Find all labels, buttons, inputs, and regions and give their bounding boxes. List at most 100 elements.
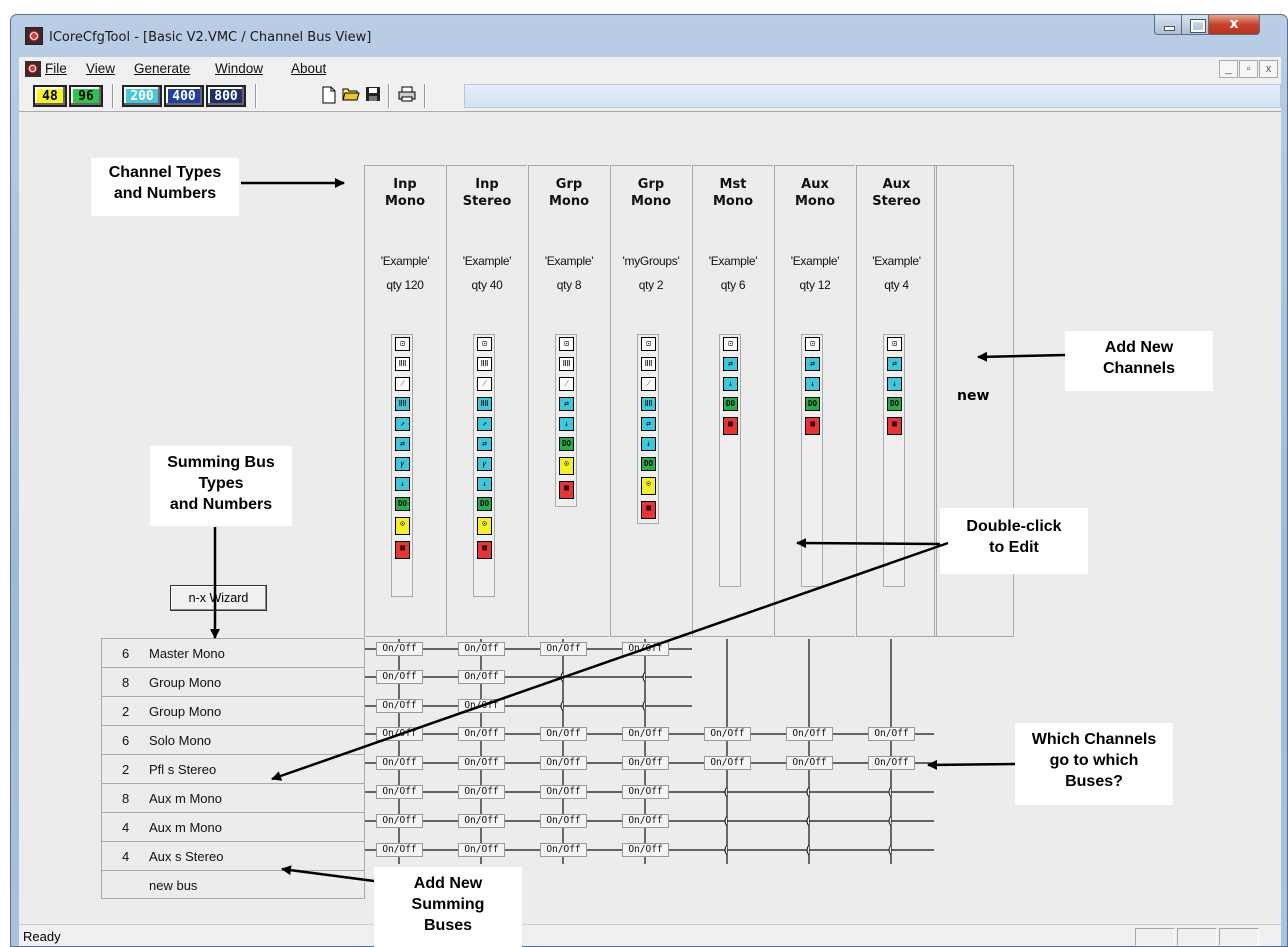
dsp-module-icon[interactable]: ⊡ <box>641 337 656 351</box>
dsp-module-icon[interactable]: ⊙ <box>559 457 574 475</box>
dsp-module-icon[interactable]: ↗ <box>395 417 410 431</box>
dsp-module-icon[interactable]: ↓ <box>805 377 820 391</box>
channel-column[interactable]: Mst Mono 'Example' qty 6 ⊡ ⇄ ↓ DO ▦ <box>692 165 773 637</box>
app-logo-icon[interactable] <box>25 27 43 45</box>
dsp-module-icon[interactable]: ⅡⅡ <box>641 397 656 411</box>
nx-wizard-button[interactable]: n-x Wizard <box>170 585 267 611</box>
dsp-module-icon[interactable]: ⅡⅡ <box>559 357 574 371</box>
route-toggle-button[interactable]: On/Off <box>458 642 505 656</box>
route-toggle-button[interactable]: On/Off <box>540 642 587 656</box>
channel-strip[interactable]: ⊡ ⇄ ↓ DO ▦ <box>801 334 823 587</box>
route-toggle-button[interactable]: On/Off <box>540 785 587 799</box>
route-toggle-button[interactable]: On/Off <box>376 699 423 713</box>
channel-strip[interactable]: ⊡ ⅡⅡ ⁄ ⇄ ↓ DO ⊙ ▦ <box>555 334 577 507</box>
maximize-button[interactable] <box>1181 15 1209 35</box>
dsp-module-icon[interactable]: ꝩ <box>395 457 410 471</box>
route-toggle-button[interactable]: On/Off <box>540 843 587 857</box>
dsp-module-icon[interactable]: ⅡⅡ <box>641 357 656 371</box>
route-toggle-button[interactable]: On/Off <box>376 785 423 799</box>
dsp-module-icon[interactable]: DO <box>395 497 410 511</box>
bus-row[interactable]: 2 Group Mono <box>101 696 365 725</box>
dsp-module-icon[interactable]: DO <box>559 437 574 451</box>
route-toggle-button[interactable]: On/Off <box>540 727 587 741</box>
dsp-module-icon[interactable]: ↓ <box>477 477 492 491</box>
dsp-module-icon[interactable]: ⇄ <box>805 357 820 371</box>
dsp-module-icon[interactable]: ⁄ <box>641 377 656 391</box>
route-toggle-button[interactable]: On/Off <box>376 670 423 684</box>
bus-row[interactable]: 2 Pfl s Stereo <box>101 754 365 783</box>
dsp-module-icon[interactable]: ▦ <box>395 541 410 559</box>
route-toggle-button[interactable]: On/Off <box>376 727 423 741</box>
channel-column[interactable]: Aux Stereo 'Example' qty 4 ⊡ ⇄ ↓ DO ▦ <box>856 165 937 637</box>
minimize-button[interactable] <box>1154 15 1182 35</box>
dsp-module-icon[interactable]: ⇄ <box>559 397 574 411</box>
menu-view[interactable]: View <box>86 61 115 76</box>
dsp-module-icon[interactable]: ⊡ <box>887 337 902 351</box>
route-toggle-button[interactable]: On/Off <box>376 814 423 828</box>
dsp-module-icon[interactable]: DO <box>805 397 820 411</box>
dsp-module-icon[interactable]: ▦ <box>477 541 492 559</box>
menu-window[interactable]: Window <box>215 61 263 76</box>
channel-column[interactable]: Aux Mono 'Example' qty 12 ⊡ ⇄ ↓ DO ▦ <box>774 165 855 637</box>
dsp-module-icon[interactable]: ꝩ <box>477 457 492 471</box>
route-toggle-button[interactable]: On/Off <box>622 814 669 828</box>
route-toggle-button[interactable]: On/Off <box>540 814 587 828</box>
route-toggle-button[interactable]: On/Off <box>622 785 669 799</box>
channel-strip[interactable]: ⊡ ⅡⅡ ⁄ ⅡⅡ ↗ ⇄ ꝩ ↓ DO ⊙ ▦ <box>391 334 413 597</box>
mdi-restore-button[interactable]: ▫ <box>1239 60 1258 78</box>
title-bar[interactable]: ICoreCfgTool - [Basic V2.VMC / Channel B… <box>11 15 1287 57</box>
channel-column[interactable]: Inp Mono 'Example' qty 120 ⊡ ⅡⅡ ⁄ ⅡⅡ ↗ ⇄ ꝩ ↓ DO ⊙ ▦ <box>364 165 445 637</box>
dsp-module-icon[interactable]: ⊡ <box>559 337 574 351</box>
dsp-module-icon[interactable]: ⇄ <box>723 357 738 371</box>
route-toggle-button[interactable]: On/Off <box>458 843 505 857</box>
dsp-module-icon[interactable]: ↓ <box>723 377 738 391</box>
dsp-module-icon[interactable]: ⊡ <box>477 337 492 351</box>
dsp-module-icon[interactable]: ⅡⅡ <box>477 357 492 371</box>
bus-row[interactable]: 8 Aux m Mono <box>101 783 365 812</box>
bus-row[interactable]: 6 Solo Mono <box>101 725 365 754</box>
route-toggle-button[interactable]: On/Off <box>622 642 669 656</box>
route-toggle-button[interactable]: On/Off <box>540 756 587 770</box>
menu-about[interactable]: About <box>291 61 326 76</box>
rate-400-button[interactable]: 400 <box>164 85 204 107</box>
route-toggle-button[interactable]: On/Off <box>868 727 915 741</box>
route-toggle-button[interactable]: On/Off <box>704 756 751 770</box>
dsp-module-icon[interactable]: ↓ <box>887 377 902 391</box>
channel-strip[interactable]: ⊡ ⅡⅡ ⁄ ⅡⅡ ⇄ ↓ DO ⊙ ▦ <box>637 334 659 524</box>
open-folder-icon[interactable] <box>341 86 361 106</box>
route-toggle-button[interactable]: On/Off <box>868 756 915 770</box>
dsp-module-icon[interactable]: ⊙ <box>477 517 492 535</box>
dsp-module-icon[interactable]: ⁄ <box>477 377 492 391</box>
route-toggle-button[interactable]: On/Off <box>458 699 505 713</box>
dsp-module-icon[interactable]: ⇄ <box>477 437 492 451</box>
channel-column[interactable]: Inp Stereo 'Example' qty 40 ⊡ ⅡⅡ ⁄ ⅡⅡ ↗ ⇄ ꝩ ↓ DO ⊙ ▦ <box>446 165 527 637</box>
dsp-module-icon[interactable]: ▦ <box>641 501 656 519</box>
new-channel-label[interactable]: new <box>957 388 989 404</box>
bus-row[interactable]: 6 Master Mono <box>101 638 365 667</box>
route-toggle-button[interactable]: On/Off <box>458 814 505 828</box>
dsp-module-icon[interactable]: ▦ <box>559 481 574 499</box>
mdi-minimize-button[interactable]: _ <box>1219 60 1238 78</box>
dsp-module-icon[interactable]: ⊙ <box>641 477 656 495</box>
dsp-module-icon[interactable]: ↗ <box>477 417 492 431</box>
menu-generate[interactable]: Generate <box>134 61 190 76</box>
channel-strip[interactable]: ⊡ ⇄ ↓ DO ▦ <box>883 334 905 587</box>
route-toggle-button[interactable]: On/Off <box>458 727 505 741</box>
rate-48-button[interactable]: 48 <box>33 85 67 107</box>
dsp-module-icon[interactable]: ⅡⅡ <box>477 397 492 411</box>
dsp-module-icon[interactable]: ⇄ <box>887 357 902 371</box>
bus-row[interactable]: 8 Group Mono <box>101 667 365 696</box>
rate-96-button[interactable]: 96 <box>69 85 103 107</box>
route-toggle-button[interactable]: On/Off <box>704 727 751 741</box>
route-toggle-button[interactable]: On/Off <box>376 756 423 770</box>
dsp-module-icon[interactable]: ↓ <box>395 477 410 491</box>
rate-200-button[interactable]: 200 <box>122 85 162 107</box>
dsp-module-icon[interactable]: ⁄ <box>395 377 410 391</box>
dsp-module-icon[interactable]: ⊡ <box>723 337 738 351</box>
new-file-icon[interactable] <box>319 86 339 106</box>
dsp-module-icon[interactable]: DO <box>887 397 902 411</box>
channel-strip[interactable]: ⊡ ⇄ ↓ DO ▦ <box>719 334 741 587</box>
mdi-close-button[interactable]: x <box>1259 60 1278 78</box>
dsp-module-icon[interactable]: ⇄ <box>641 417 656 431</box>
route-toggle-button[interactable]: On/Off <box>622 727 669 741</box>
